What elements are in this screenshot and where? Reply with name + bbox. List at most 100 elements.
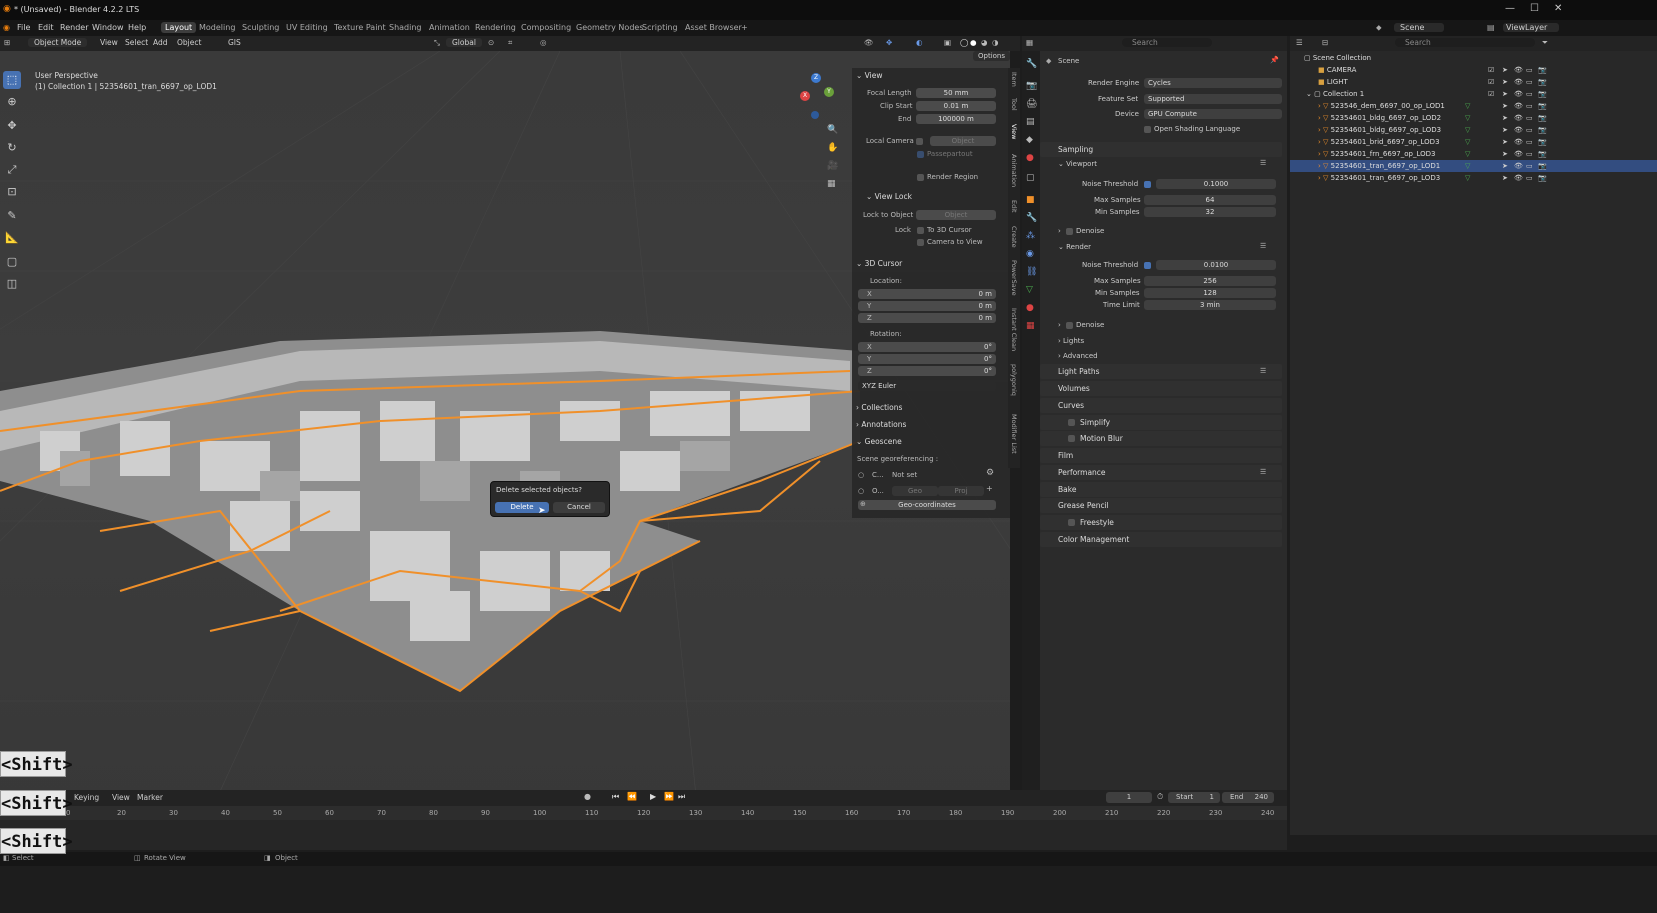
expand-collection-icon[interactable]: ⌄ ▢ xyxy=(1306,90,1323,98)
annotate-tool-icon[interactable]: ✎ xyxy=(3,207,21,225)
collections-header[interactable]: › Collections xyxy=(856,403,902,412)
select-box-tool-icon[interactable]: ⬚ xyxy=(3,71,21,89)
viewport-menu-gis[interactable]: GIS xyxy=(228,38,241,47)
camera-to-view-checkbox[interactable] xyxy=(917,239,924,246)
tool-tab-icon[interactable]: 🔧 xyxy=(1026,59,1037,69)
viewlayer-selector[interactable]: ViewLayer xyxy=(1503,23,1560,32)
vp-denoise-toggle[interactable]: › xyxy=(1058,227,1061,235)
sidebar-tab-create[interactable]: Create xyxy=(1010,226,1018,248)
viewport-menu-add[interactable]: Add xyxy=(153,38,168,47)
gizmo-neg-z[interactable] xyxy=(811,111,819,119)
simplify-checkbox[interactable] xyxy=(1068,419,1075,426)
sidebar-tab-powersave[interactable]: PowerSave xyxy=(1010,260,1018,296)
timeline-view-menu[interactable]: View xyxy=(112,793,130,802)
focal-length-field[interactable]: 50 mm xyxy=(916,88,996,98)
end-frame-field[interactable]: End 240 xyxy=(1222,792,1274,803)
filter-icon[interactable]: ⏷ xyxy=(1542,38,1548,48)
minimize-button[interactable]: — xyxy=(1505,3,1515,14)
sidebar-tab-tool[interactable]: Tool xyxy=(1010,98,1018,111)
tab-shading[interactable]: Shading xyxy=(389,23,422,32)
origin-geo-button[interactable]: Geo xyxy=(892,486,938,496)
advanced-subpanel[interactable]: › Advanced xyxy=(1058,352,1098,360)
add-object-tool-icon[interactable]: ◫ xyxy=(3,275,21,293)
gizmo-z-axis[interactable]: Z xyxy=(811,73,821,83)
r-denoise-checkbox[interactable] xyxy=(1066,322,1073,329)
feature-set-dropdown[interactable]: Supported xyxy=(1144,94,1282,104)
vp-denoise-checkbox[interactable] xyxy=(1066,228,1073,235)
rotation-mode-dropdown[interactable]: XYZ Euler xyxy=(858,381,996,391)
xray-icon[interactable]: ▣ xyxy=(944,38,951,47)
object-tab-icon[interactable]: ■ xyxy=(1026,195,1035,205)
physics-tab-icon[interactable]: ◉ xyxy=(1026,249,1034,259)
snap-icon[interactable]: ⌗ xyxy=(508,38,512,48)
tab-asset-browser[interactable]: Asset Browser xyxy=(685,23,742,32)
clip-end-field[interactable]: 100000 m xyxy=(916,114,996,124)
freestyle-checkbox[interactable] xyxy=(1068,519,1075,526)
tab-geometry-nodes[interactable]: Geometry Nodes xyxy=(576,23,643,32)
sidebar-tab-item[interactable]: Item xyxy=(1010,72,1018,87)
pivot-icon[interactable]: ⊙ xyxy=(488,38,494,47)
cursor-tool-icon[interactable]: ⊕ xyxy=(3,93,21,111)
material-shading-icon[interactable]: ◕ xyxy=(981,38,988,47)
add-cube-tool-icon[interactable]: ▢ xyxy=(3,253,21,271)
device-dropdown[interactable]: GPU Compute xyxy=(1144,109,1282,119)
clip-start-field[interactable]: 0.01 m xyxy=(916,101,996,111)
ortho-grid-icon[interactable]: ▦ xyxy=(827,179,836,189)
add-workspace-icon[interactable]: + xyxy=(741,23,748,32)
gizmo-toggle-icon[interactable]: ✥ xyxy=(886,38,892,47)
close-button[interactable]: ✕ xyxy=(1554,3,1562,14)
annotations-header[interactable]: › Annotations xyxy=(856,420,906,429)
menu-file[interactable]: File xyxy=(17,23,30,32)
menu-window[interactable]: Window xyxy=(92,23,124,32)
camera-view-icon[interactable]: 🎥 xyxy=(827,161,838,171)
render-subpanel-header[interactable]: ⌄ Render xyxy=(1058,243,1091,251)
motion-blur-panel[interactable]: Motion Blur xyxy=(1040,431,1282,446)
vp-max-samples-field[interactable]: 64 xyxy=(1144,195,1276,205)
zoom-icon[interactable]: 🔍 xyxy=(827,125,838,135)
origin-proj-button[interactable]: Proj xyxy=(938,486,984,496)
data-tab-icon[interactable]: ▽ xyxy=(1026,285,1033,295)
exclude-checkbox-column[interactable]: ☑ ☑ ☑ xyxy=(1488,64,1494,100)
color-management-panel[interactable]: Color Management xyxy=(1040,532,1282,547)
vp-noise-threshold-field[interactable]: 0.1000 xyxy=(1156,179,1276,189)
osl-checkbox[interactable] xyxy=(1144,126,1151,133)
timeline-track-area[interactable] xyxy=(0,820,1287,850)
sidebar-tab-animation[interactable]: Animation xyxy=(1010,154,1018,187)
cursor-location-x[interactable]: 0 m xyxy=(858,289,996,299)
bake-panel[interactable]: Bake xyxy=(1040,482,1282,497)
navigation-gizmo[interactable]: Z Y X xyxy=(800,73,840,123)
measure-tool-icon[interactable]: 📐 xyxy=(3,229,21,247)
gizmo-x-axis[interactable]: X xyxy=(800,91,810,101)
cursor-location-y[interactable]: 0 m xyxy=(858,301,996,311)
light-paths-panel[interactable]: Light Paths xyxy=(1040,364,1282,379)
pan-hand-icon[interactable]: ✋ xyxy=(827,143,838,153)
gizmo-y-axis[interactable]: Y xyxy=(824,87,834,97)
options-dropdown[interactable]: Options xyxy=(973,51,1010,61)
object-mode-dropdown[interactable]: Object Mode xyxy=(28,38,88,47)
volumes-panel[interactable]: Volumes xyxy=(1040,381,1282,396)
cancel-button[interactable]: Cancel xyxy=(553,502,605,513)
maximize-button[interactable]: ☐ xyxy=(1530,3,1539,14)
geoscene-header[interactable]: ⌄ Geoscene xyxy=(856,437,902,446)
viewport-subpanel-header[interactable]: ⌄ Viewport xyxy=(1058,160,1097,168)
tab-rendering[interactable]: Rendering xyxy=(475,23,516,32)
tab-uv-editing[interactable]: UV Editing xyxy=(286,23,328,32)
render-presets-icon[interactable]: ☰ xyxy=(1260,242,1266,250)
local-camera-checkbox[interactable] xyxy=(916,138,923,145)
passepartout-checkbox[interactable] xyxy=(917,151,924,158)
performance-presets-icon[interactable]: ☰ xyxy=(1260,468,1266,476)
collection-tab-icon[interactable]: ▢ xyxy=(1026,173,1035,183)
jump-end-icon[interactable]: ⏭ xyxy=(678,792,685,802)
marker-menu[interactable]: Marker xyxy=(137,793,163,802)
blender-menu-icon[interactable]: ◉ xyxy=(3,23,10,32)
menu-render[interactable]: Render xyxy=(60,23,88,32)
to-3d-cursor-checkbox[interactable] xyxy=(917,227,924,234)
scale-tool-icon[interactable]: ⤢ xyxy=(3,161,21,179)
sampling-panel-header[interactable]: Sampling xyxy=(1040,142,1282,157)
lock-object-field[interactable]: Object xyxy=(916,210,996,220)
outliner-editor-icon[interactable]: ☰ xyxy=(1296,38,1303,47)
solid-shading-icon[interactable]: ● xyxy=(970,38,977,47)
visibility-icon[interactable]: 👁 xyxy=(864,38,874,47)
render-region-checkbox[interactable] xyxy=(917,174,924,181)
sidebar-tab-instant-clean[interactable]: Instant Clean xyxy=(1010,308,1018,351)
